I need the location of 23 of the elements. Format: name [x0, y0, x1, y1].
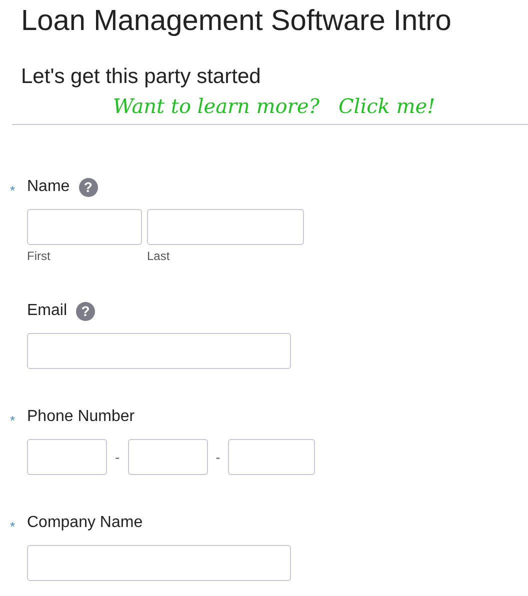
input-field[interactable]: [27, 439, 107, 475]
page-subtitle: Let's get this party started: [21, 64, 262, 90]
separator-dash: -: [114, 448, 121, 467]
required-asterisk: *: [9, 412, 16, 428]
help-icon[interactable]: ?: [76, 302, 96, 320]
required-asterisk: *: [9, 182, 16, 198]
input-sublabel: Last: [147, 249, 171, 263]
field-label: Company Name: [27, 514, 143, 532]
input-field[interactable]: [228, 439, 316, 475]
field-label: Email: [27, 302, 68, 320]
learn-more-link[interactable]: Want to learn more? Click me!: [112, 94, 436, 118]
input-field[interactable]: [27, 545, 291, 581]
separator-dash: -: [214, 448, 222, 467]
input-field[interactable]: [27, 333, 291, 369]
input-field[interactable]: [27, 209, 142, 245]
field-label: Phone Number: [27, 408, 135, 426]
input-field[interactable]: [128, 439, 208, 475]
page-title: Loan Management Software Intro: [21, 4, 452, 38]
input-sublabel: First: [27, 249, 52, 263]
input-field[interactable]: [147, 209, 304, 245]
required-asterisk: *: [9, 518, 16, 534]
help-icon[interactable]: ?: [78, 178, 98, 196]
field-label: Name: [27, 178, 70, 196]
